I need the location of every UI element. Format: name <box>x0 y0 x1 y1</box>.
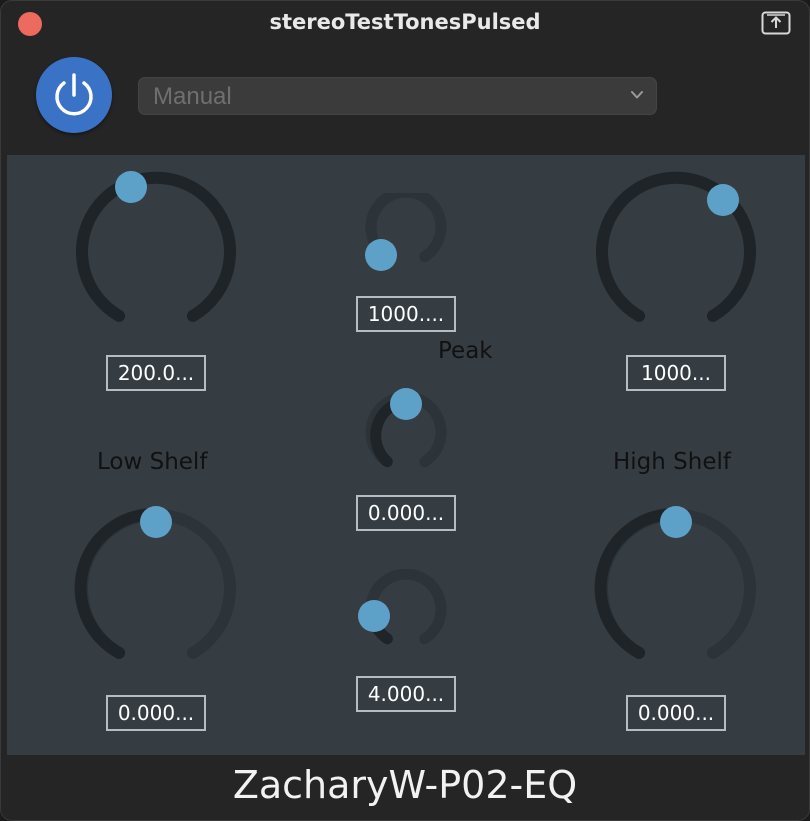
knob-thumb[interactable] <box>390 388 422 420</box>
high-shelf-gain-knob[interactable] <box>591 506 761 666</box>
peak-label: Peak <box>438 338 493 364</box>
chevron-down-icon <box>631 91 643 99</box>
low-shelf-gain-value[interactable]: 0.000... <box>106 695 206 731</box>
low-shelf-freq-value[interactable]: 200.0... <box>106 355 206 391</box>
power-icon <box>55 73 93 116</box>
low-shelf-label: Low Shelf <box>97 449 208 475</box>
knob-thumb[interactable] <box>358 600 390 632</box>
peak-q-knob[interactable] <box>351 569 451 649</box>
share-icon[interactable] <box>761 11 791 35</box>
high-shelf-gain-value[interactable]: 0.000... <box>626 695 726 731</box>
power-button[interactable] <box>36 57 112 133</box>
knob-thumb[interactable] <box>365 239 397 271</box>
low-shelf-gain-knob[interactable] <box>71 506 241 666</box>
high-shelf-label: High Shelf <box>613 449 731 475</box>
preset-value: Manual <box>153 83 232 110</box>
high-shelf-freq-knob[interactable] <box>591 169 761 329</box>
window-title: stereoTestTonesPulsed <box>269 10 541 34</box>
preset-dropdown[interactable]: Manual <box>138 77 657 115</box>
knob-thumb[interactable] <box>707 184 739 216</box>
peak-gain-knob[interactable] <box>361 386 451 476</box>
knob-thumb[interactable] <box>660 506 692 538</box>
plugin-window: stereoTestTonesPulsed Manual 200.0... 10… <box>0 0 810 821</box>
peak-freq-knob[interactable] <box>361 193 451 273</box>
knob-thumb[interactable] <box>140 506 172 538</box>
plugin-name: ZacharyW-P02-EQ <box>232 763 578 807</box>
low-shelf-freq-knob[interactable] <box>71 169 241 329</box>
knob-thumb[interactable] <box>115 171 147 203</box>
title-bar: stereoTestTonesPulsed <box>1 1 809 49</box>
peak-gain-value[interactable]: 0.000... <box>356 495 456 531</box>
high-shelf-freq-value[interactable]: 1000... <box>626 355 726 391</box>
peak-freq-value[interactable]: 1000.... <box>356 296 456 332</box>
peak-q-value[interactable]: 4.000... <box>356 676 456 712</box>
footer: ZacharyW-P02-EQ <box>1 755 809 820</box>
